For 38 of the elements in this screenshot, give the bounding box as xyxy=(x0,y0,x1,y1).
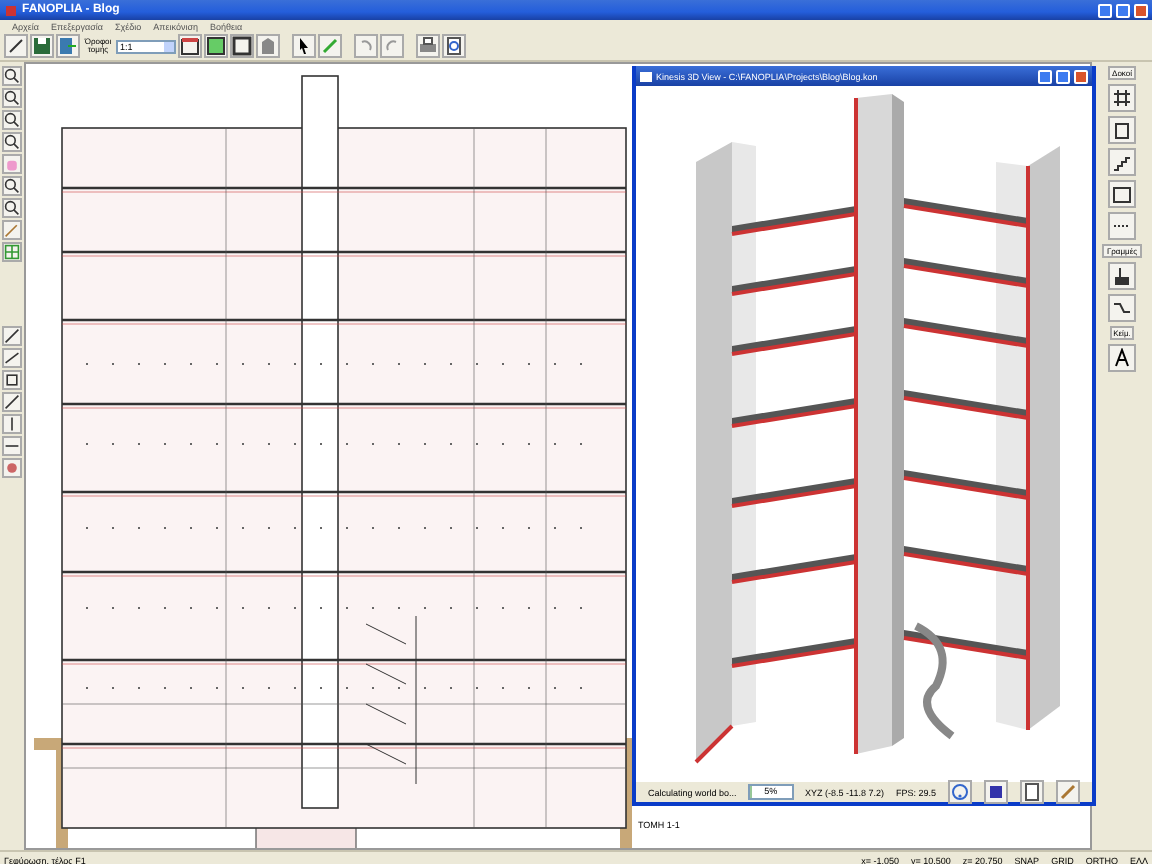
zoom-icon[interactable] xyxy=(2,110,22,130)
zoom-icon[interactable] xyxy=(2,88,22,108)
stop-icon[interactable] xyxy=(984,780,1008,804)
exit-icon[interactable] xyxy=(56,34,80,58)
line-icon[interactable] xyxy=(2,348,22,368)
zoom-icon[interactable] xyxy=(2,198,22,218)
line-icon[interactable] xyxy=(2,392,22,412)
text-icon[interactable] xyxy=(1108,344,1136,372)
polyline-icon[interactable] xyxy=(1108,294,1136,322)
minimize-button[interactable] xyxy=(1098,3,1112,17)
cursor-icon[interactable] xyxy=(292,34,316,58)
beam-icon[interactable] xyxy=(1108,84,1136,112)
save-icon[interactable] xyxy=(30,34,54,58)
close-button[interactable] xyxy=(1134,3,1148,17)
maximize-button[interactable] xyxy=(1116,3,1130,17)
stairs-icon[interactable] xyxy=(1108,148,1136,176)
zoom-icon[interactable] xyxy=(2,66,22,86)
frame-icon[interactable] xyxy=(204,34,228,58)
print-preview-icon[interactable] xyxy=(442,34,466,58)
frame-icon[interactable] xyxy=(178,34,202,58)
footing-icon[interactable] xyxy=(1108,262,1136,290)
zoom-icon[interactable] xyxy=(2,132,22,152)
close-button[interactable] xyxy=(1074,69,1088,83)
printer-icon[interactable] xyxy=(416,34,440,58)
line-icon[interactable] xyxy=(2,326,22,346)
rectangle-icon[interactable] xyxy=(2,370,22,390)
frame-icon[interactable] xyxy=(230,34,254,58)
window-icon xyxy=(640,71,652,81)
redo-icon[interactable] xyxy=(380,34,404,58)
app-icon xyxy=(4,3,18,17)
frame-icon[interactable] xyxy=(1108,116,1136,144)
undo-icon[interactable] xyxy=(354,34,378,58)
document-icon[interactable] xyxy=(1020,780,1044,804)
maximize-button[interactable] xyxy=(1056,69,1070,83)
minimize-button[interactable] xyxy=(1038,69,1052,83)
zoom-icon[interactable] xyxy=(2,176,22,196)
frame-icon[interactable] xyxy=(1108,180,1136,208)
grid-icon[interactable] xyxy=(2,242,22,262)
